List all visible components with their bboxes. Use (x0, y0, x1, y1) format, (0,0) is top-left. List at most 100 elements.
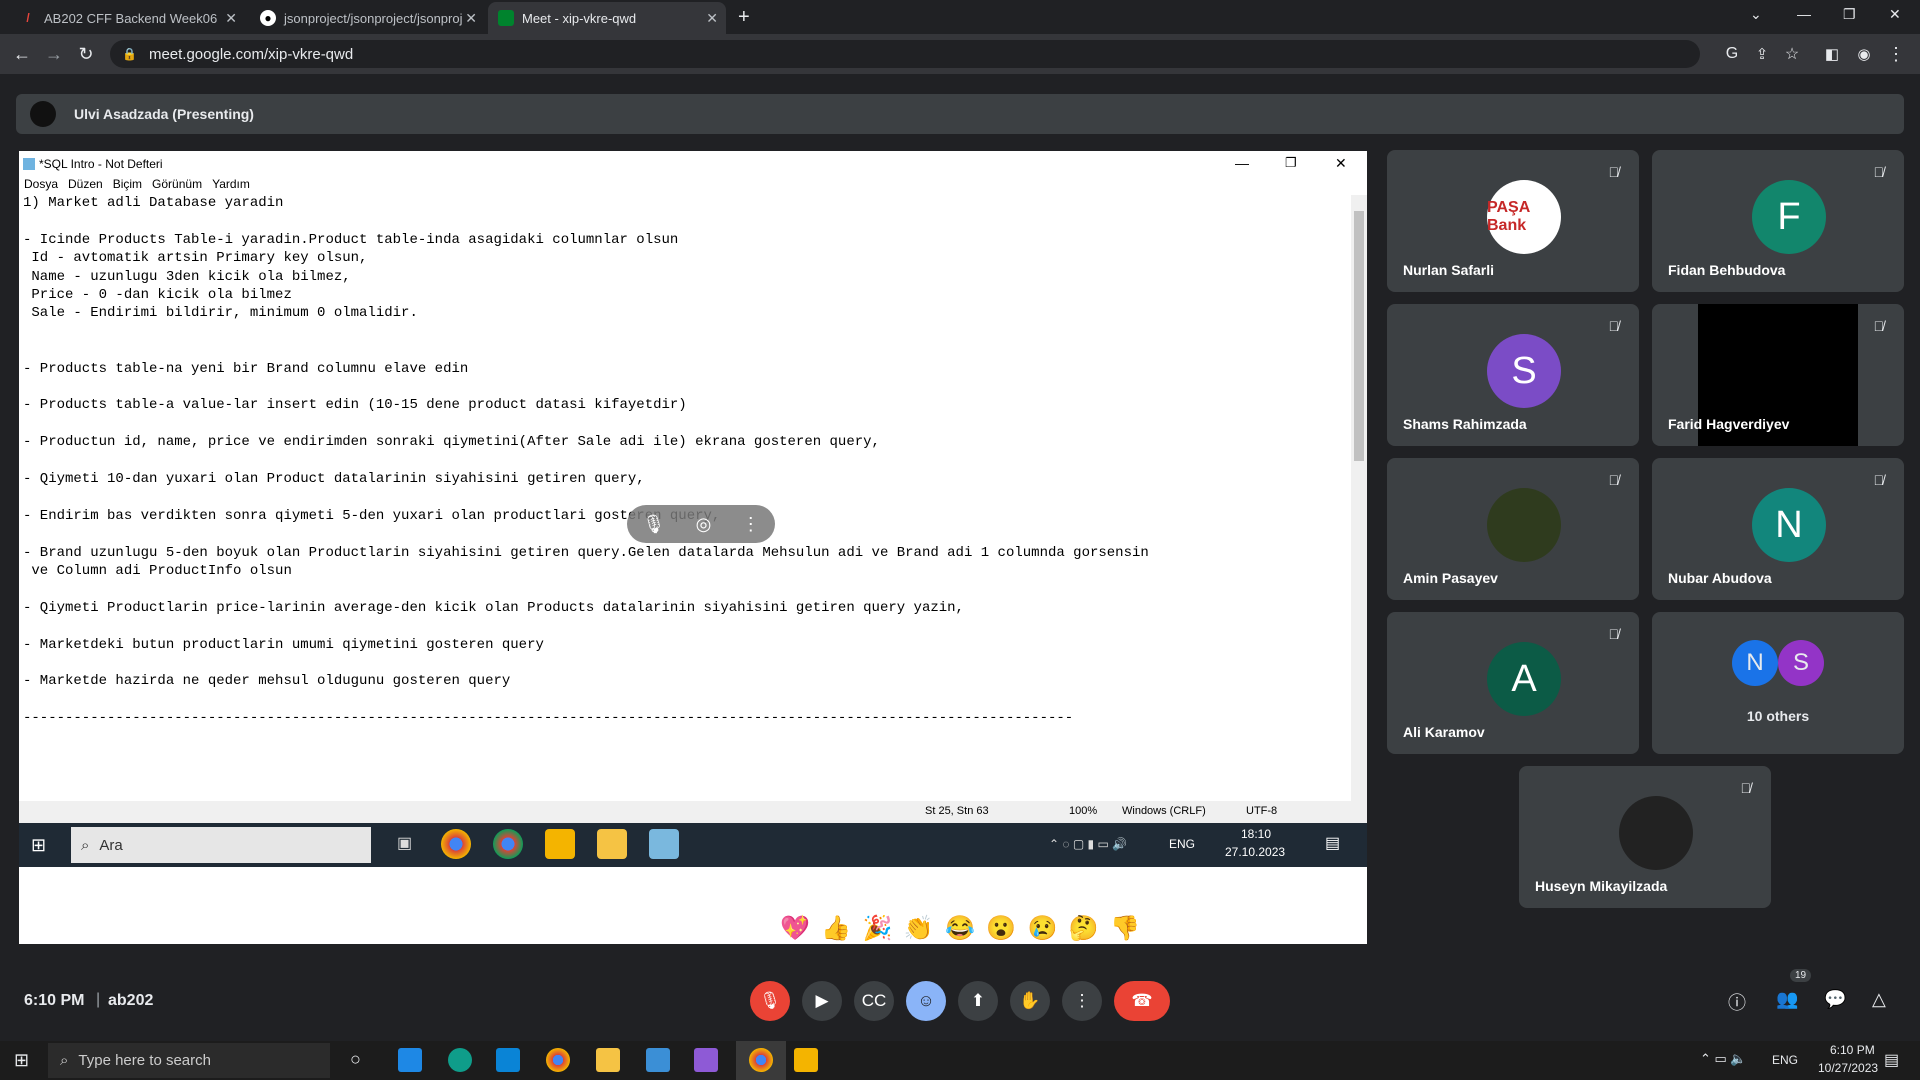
reaction-clap[interactable]: 👏 (904, 914, 934, 948)
present-button[interactable]: ⬆ (958, 981, 998, 1021)
windows-start-icon[interactable]: ⊞ (14, 1050, 29, 1071)
tab-title: Meet - xip-vkre-qwd (522, 10, 637, 26)
restore-button[interactable]: ❐ (1843, 6, 1856, 23)
more-options-icon[interactable]: ⋮ (742, 514, 760, 535)
url-input[interactable]: 🔒 meet.google.com/xip-vkre-qwd (110, 40, 1700, 68)
tab-meet[interactable]: Meet - xip-vkre-qwd ✕ (488, 2, 726, 34)
participant-tile[interactable]: 🎙̸ Amin Pasayev (1387, 458, 1639, 600)
profile-avatar[interactable]: ◉ (1852, 42, 1876, 66)
tab-ab202[interactable]: / AB202 CFF Backend Week06 ✕ (10, 2, 245, 34)
side-panel-icon[interactable]: ◧ (1820, 42, 1844, 66)
close-window-button[interactable]: ✕ (1889, 6, 1901, 23)
participant-tile[interactable]: A 🎙̸ Ali Karamov (1387, 612, 1639, 754)
notification-icon[interactable]: ▤ (1884, 1050, 1899, 1070)
scrollbar-thumb[interactable] (1354, 211, 1364, 461)
notepad-menubar: Dosya Düzen Biçim Görünüm Yardım (19, 177, 1367, 193)
tab-github[interactable]: ● jsonproject/jsonproject/jsonproj ✕ (250, 2, 485, 34)
file-explorer-icon[interactable] (596, 1048, 620, 1072)
participant-tile[interactable]: N 🎙̸ Nubar Abudova (1652, 458, 1904, 600)
tray-icons[interactable]: ⌃ ▭ 🔈 (1700, 1051, 1747, 1067)
chrome-icon[interactable] (546, 1048, 570, 1072)
menu-bicim[interactable]: Biçim (113, 177, 142, 193)
chrome-icon[interactable] (441, 829, 471, 859)
close-icon[interactable]: ✕ (465, 10, 477, 27)
app-icon[interactable] (496, 1048, 520, 1072)
reload-icon[interactable]: ↻ (74, 42, 98, 66)
info-icon[interactable]: ⓘ (1728, 989, 1746, 1015)
notepad-close-button[interactable]: ✕ (1335, 155, 1347, 172)
app-icon[interactable] (794, 1048, 818, 1072)
chrome-active-taskbar-button[interactable] (736, 1041, 786, 1080)
meeting-code: ab202 (108, 992, 154, 1009)
os-lang: ENG (1772, 1053, 1799, 1067)
people-icon[interactable]: 👥 (1776, 989, 1798, 1010)
notification-icon[interactable]: ▤ (1325, 833, 1340, 853)
google-lens-icon[interactable]: G (1720, 42, 1744, 66)
remote-lang: ENG (1169, 837, 1196, 851)
text-line: - Products table-na yeni bir Brand colum… (23, 360, 469, 377)
reaction-heart[interactable]: 💖 (780, 914, 810, 948)
menu-gorunum[interactable]: Görünüm (152, 177, 202, 193)
mic-off-icon[interactable]: 🎙 (642, 514, 665, 535)
tray-icons[interactable]: ⌃ ◌ ▢ ▮ ▭ 🔊 (1049, 837, 1127, 851)
back-arrow-icon[interactable]: ← (10, 42, 34, 66)
camera-toggle-button[interactable]: ▶ (802, 981, 842, 1021)
activities-icon[interactable]: △ (1872, 989, 1886, 1010)
reactions-button[interactable]: ☺ (906, 981, 946, 1021)
task-view-icon[interactable]: ▣ (397, 833, 412, 853)
close-icon[interactable]: ✕ (706, 10, 718, 27)
leave-call-button[interactable]: ☎ (1114, 981, 1170, 1021)
edge-icon[interactable] (448, 1048, 472, 1072)
notepad-taskbar-icon[interactable] (649, 829, 679, 859)
minimize-button[interactable]: — (1797, 6, 1811, 22)
reaction-thinking[interactable]: 🤔 (1069, 914, 1099, 948)
reaction-party[interactable]: 🎉 (863, 914, 893, 948)
app-icon[interactable] (545, 829, 575, 859)
others-tile[interactable]: N S 10 others (1652, 612, 1904, 754)
new-tab-button[interactable]: + (738, 6, 750, 29)
mic-toggle-button[interactable]: 🎙 (750, 981, 790, 1021)
chrome-icon (749, 1048, 773, 1072)
reaction-surprised[interactable]: 😮 (986, 914, 1016, 948)
notepad-scrollbar[interactable] (1351, 195, 1367, 815)
more-options-button[interactable]: ⋮ (1062, 981, 1102, 1021)
menu-duzen[interactable]: Düzen (68, 177, 103, 193)
reaction-laugh[interactable]: 😂 (945, 914, 975, 948)
reaction-sad[interactable]: 😢 (1028, 914, 1058, 948)
mail-icon[interactable] (398, 1048, 422, 1072)
avatar: N (1752, 488, 1826, 562)
share-icon[interactable]: ⇪ (1750, 42, 1774, 66)
raise-hand-button[interactable]: ✋ (1010, 981, 1050, 1021)
app-icon[interactable] (646, 1048, 670, 1072)
hang-up-icon: ☎ (1131, 991, 1153, 1010)
os-search-box[interactable]: ⌕ Type here to search (48, 1043, 330, 1078)
captions-button[interactable]: CC (854, 981, 894, 1021)
participant-tile[interactable]: S 🎙̸ Shams Rahimzada (1387, 304, 1639, 446)
notepad-restore-button[interactable]: ❐ (1285, 155, 1297, 171)
mic-muted-icon: 🎙̸ (1873, 164, 1885, 180)
chat-icon[interactable]: 💬 (1824, 989, 1846, 1010)
visual-studio-icon[interactable] (694, 1048, 718, 1072)
remote-search-box[interactable]: ⌕ Ara (71, 827, 371, 863)
encoding: UTF-8 (1246, 805, 1278, 817)
cortana-icon[interactable]: ○ (350, 1049, 361, 1070)
bookmark-star-icon[interactable]: ☆ (1780, 42, 1804, 66)
tab-search-icon[interactable]: ⌄ (1750, 6, 1762, 23)
camera-off-icon[interactable]: ◎ (696, 514, 712, 535)
participant-tile[interactable]: PAŞA Bank 🎙̸ Nurlan Safarli (1387, 150, 1639, 292)
reaction-thumbs-up[interactable]: 👍 (821, 914, 851, 948)
menu-yardim[interactable]: Yardım (212, 177, 250, 193)
file-explorer-icon[interactable] (597, 829, 627, 859)
chrome-icon[interactable] (493, 829, 523, 859)
presenter-label: Ulvi Asadzada (Presenting) (74, 106, 254, 122)
reaction-thumbs-down[interactable]: 👎 (1110, 914, 1140, 948)
forward-arrow-icon[interactable]: → (42, 42, 66, 66)
participant-tile[interactable]: 🎙̸ Huseyn Mikayilzada (1519, 766, 1771, 908)
menu-dosya[interactable]: Dosya (24, 177, 58, 193)
participant-tile[interactable]: 🎙̸ Farid Hagverdiyev (1652, 304, 1904, 446)
menu-kebab-icon[interactable]: ⋮ (1884, 42, 1908, 66)
participant-tile[interactable]: F 🎙̸ Fidan Behbudova (1652, 150, 1904, 292)
windows-start-icon[interactable]: ⊞ (31, 835, 46, 856)
notepad-minimize-button[interactable]: — (1235, 155, 1249, 171)
close-icon[interactable]: ✕ (225, 10, 237, 27)
